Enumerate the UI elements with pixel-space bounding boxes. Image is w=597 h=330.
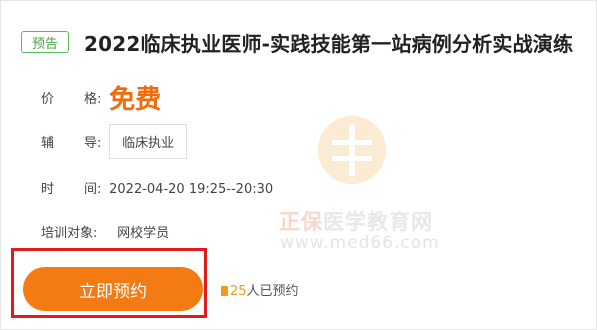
target-label: 培训对象: xyxy=(41,226,98,241)
watermark-brand: 正保医学教育网 xyxy=(279,210,433,234)
price-row: 价 格: 免费 xyxy=(41,81,161,118)
time-label-1: 时 xyxy=(41,182,55,197)
logo-icon xyxy=(318,116,386,184)
tutor-label-2: 导: xyxy=(84,136,102,151)
price-value: 免费 xyxy=(109,85,162,115)
time-row: 时 间: 2022-04-20 19:25--20:30 xyxy=(41,178,273,197)
booked-number: 25 xyxy=(230,284,247,299)
price-label-2: 格: xyxy=(84,92,102,107)
bag-icon xyxy=(221,285,228,296)
time-value: 2022-04-20 19:25--20:30 xyxy=(109,182,274,197)
course-card: 预告 2022临床执业医师-实践技能第一站病例分析实战演练 价 格: 免费 辅 导:… xyxy=(0,0,597,330)
watermark: 正保医学教育网 www.med66.com xyxy=(276,116,441,261)
tutor-label-1: 辅 xyxy=(41,136,55,151)
book-now-button[interactable]: 立即预约 xyxy=(23,267,203,311)
course-title[interactable]: 2022临床执业医师-实践技能第一站病例分析实战演练 xyxy=(84,28,573,57)
target-value: 网校学员 xyxy=(117,226,170,241)
preview-tag: 预告 xyxy=(21,31,69,53)
booked-suffix: 人已预约 xyxy=(246,284,299,299)
target-row: 培训对象: 网校学员 xyxy=(41,222,169,241)
time-label-2: 间: xyxy=(84,182,102,197)
cta-highlight-box: 立即预约 xyxy=(11,248,207,318)
booked-count: 25人已预约 xyxy=(221,280,299,299)
tutor-row: 辅 导: 临床执业 xyxy=(41,124,188,161)
tutor-chip: 临床执业 xyxy=(109,124,188,159)
price-label-1: 价 xyxy=(41,92,55,107)
watermark-url: www.med66.com xyxy=(280,233,440,253)
